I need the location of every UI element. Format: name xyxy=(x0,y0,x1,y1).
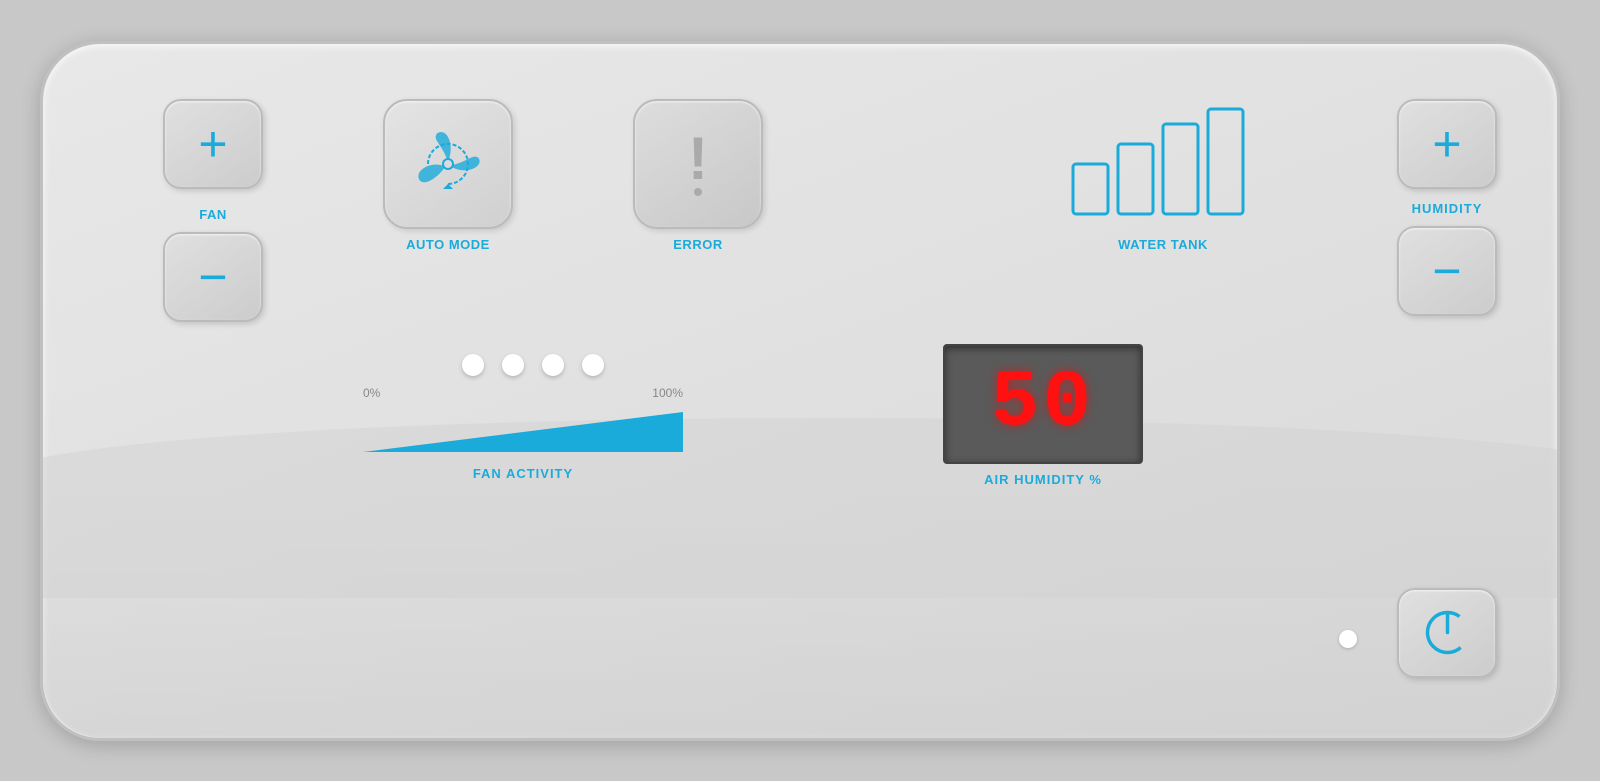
air-humidity-display: 50 AIR HUMIDITY % xyxy=(943,344,1143,487)
auto-mode-button[interactable] xyxy=(383,99,513,229)
plus-icon: + xyxy=(198,119,227,169)
fan-bar-high: 100% xyxy=(652,386,683,400)
fan-activity-section: 0% 100% FAN ACTIVITY xyxy=(363,354,683,481)
humidity-minus-button[interactable]: − xyxy=(1397,226,1497,316)
fan-activity-bar xyxy=(363,402,683,457)
error-label: ERROR xyxy=(673,237,722,252)
error-icon: ! xyxy=(673,124,723,204)
auto-mode-section: AUTO MODE xyxy=(383,99,513,252)
humidity-value: 50 xyxy=(991,364,1095,444)
humidity-minus-icon: − xyxy=(1432,246,1461,296)
water-tank-section: WATER TANK xyxy=(1063,99,1263,252)
humidity-plus-icon: + xyxy=(1432,119,1461,169)
power-icon xyxy=(1420,605,1475,660)
digital-display: 50 xyxy=(943,344,1143,464)
wave-curve xyxy=(40,418,1560,598)
indicator-dot xyxy=(1339,630,1357,648)
fan-dot-1 xyxy=(462,354,484,376)
fan-minus-button[interactable]: − xyxy=(163,232,263,322)
fan-bar-container: 0% 100% xyxy=(363,386,683,462)
svg-text:!: ! xyxy=(688,125,708,192)
fan-plus-button[interactable]: + xyxy=(163,99,263,189)
humidity-label: HUMIDITY xyxy=(1412,201,1483,216)
fan-label: FAN xyxy=(199,207,227,222)
minus-icon: − xyxy=(198,252,227,302)
fan-icon xyxy=(408,124,488,204)
humidity-plus-button[interactable]: + xyxy=(1397,99,1497,189)
auto-mode-label: AUTO MODE xyxy=(406,237,490,252)
error-section: ! ERROR xyxy=(633,99,763,252)
error-button[interactable]: ! xyxy=(633,99,763,229)
fan-bar-low: 0% xyxy=(363,386,380,400)
main-panel: + FAN − xyxy=(40,41,1560,741)
water-tank-label: WATER TANK xyxy=(1118,237,1208,252)
water-tank-display xyxy=(1063,99,1263,229)
fan-activity-label: FAN ACTIVITY xyxy=(473,466,573,481)
water-tank-icon xyxy=(1063,104,1263,224)
fan-dot-4 xyxy=(582,354,604,376)
fan-section: + FAN − xyxy=(163,99,263,322)
humidity-section: + HUMIDITY − xyxy=(1397,99,1497,316)
fan-dot-2 xyxy=(502,354,524,376)
fan-dots xyxy=(462,354,604,376)
power-button[interactable] xyxy=(1397,588,1497,678)
fan-bar-labels: 0% 100% xyxy=(363,386,683,400)
fan-dot-3 xyxy=(542,354,564,376)
air-humidity-label: AIR HUMIDITY % xyxy=(984,472,1102,487)
